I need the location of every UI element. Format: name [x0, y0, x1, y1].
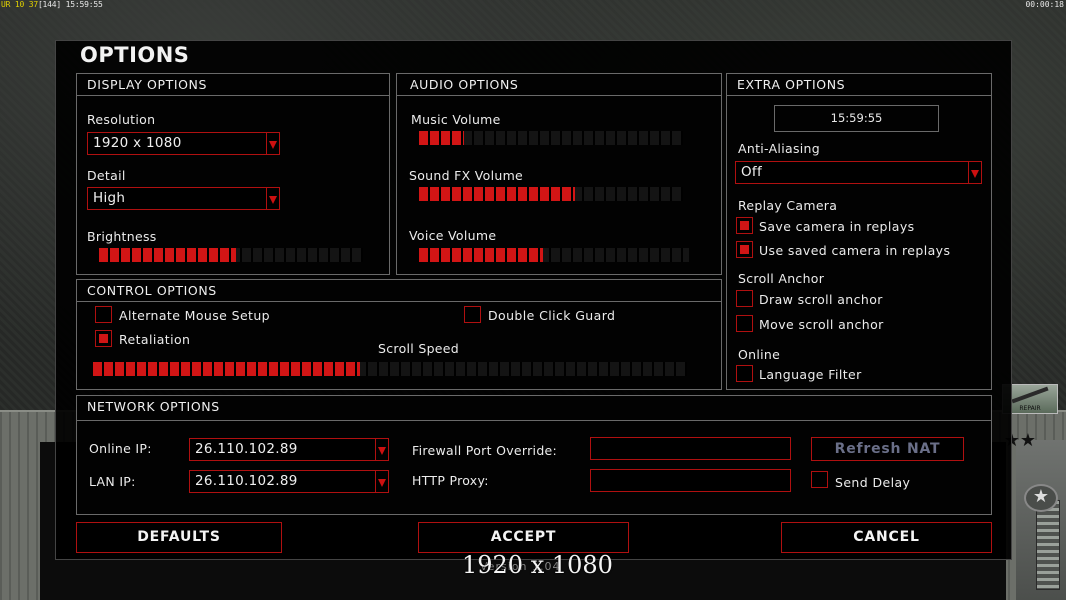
sfx-volume-slider[interactable]: [419, 187, 683, 201]
display-options-header: DISPLAY OPTIONS: [77, 74, 389, 96]
detail-dropdown[interactable]: High: [87, 187, 280, 210]
save-camera-label: Save camera in replays: [759, 219, 915, 234]
hud-bracket: [144]: [37, 0, 62, 9]
network-options-panel: NETWORK OPTIONS Online IP: 26.110.102.89…: [76, 395, 992, 515]
resolution-overlay: 1920 x 1080: [462, 551, 613, 579]
lan-ip-dropdown[interactable]: 26.110.102.89: [189, 470, 389, 493]
anti-aliasing-label: Anti-Aliasing: [738, 141, 820, 156]
http-proxy-input[interactable]: [590, 469, 791, 492]
draw-anchor-checkbox[interactable]: [736, 290, 753, 307]
control-options-header: CONTROL OPTIONS: [77, 280, 721, 302]
use-camera-label: Use saved camera in replays: [759, 243, 951, 258]
alt-mouse-label: Alternate Mouse Setup: [119, 308, 270, 323]
network-divider: [77, 420, 991, 421]
firewall-port-input[interactable]: [590, 437, 791, 460]
audio-options-header: AUDIO OPTIONS: [397, 74, 721, 96]
chevron-down-icon[interactable]: [968, 162, 981, 183]
brightness-label: Brightness: [87, 229, 157, 244]
online-ip-label: Online IP:: [89, 441, 152, 456]
language-filter-label: Language Filter: [759, 367, 862, 382]
brightness-slider-fill: [99, 248, 237, 262]
online-label: Online: [738, 347, 781, 362]
sfx-volume-fill: [419, 187, 575, 201]
anti-aliasing-dropdown[interactable]: Off: [735, 161, 982, 184]
chevron-down-icon[interactable]: [375, 439, 388, 460]
online-ip-value: 26.110.102.89: [195, 441, 298, 457]
scroll-speed-slider[interactable]: [93, 362, 687, 376]
options-dialog: OPTIONS DISPLAY OPTIONS Resolution 1920 …: [55, 40, 1012, 560]
rank-star-icon: ★: [1024, 484, 1058, 512]
sfx-volume-label: Sound FX Volume: [409, 168, 524, 183]
control-options-panel: CONTROL OPTIONS Alternate Mouse Setup Do…: [76, 279, 722, 390]
refresh-nat-button[interactable]: Refresh NAT: [811, 437, 964, 461]
move-anchor-checkbox[interactable]: [736, 315, 753, 332]
move-anchor-label: Move scroll anchor: [759, 317, 884, 332]
voice-volume-label: Voice Volume: [409, 228, 497, 243]
accept-button[interactable]: ACCEPT: [418, 522, 629, 553]
music-volume-slider[interactable]: [419, 131, 683, 145]
extra-options-header: EXTRA OPTIONS: [727, 74, 991, 96]
defaults-button[interactable]: DEFAULTS: [76, 522, 282, 553]
hud-info: UR 10 37[144] 15:59:55: [1, 0, 103, 9]
double-click-guard-checkbox[interactable]: [464, 306, 481, 323]
detail-label: Detail: [87, 168, 126, 183]
scroll-speed-label: Scroll Speed: [378, 341, 460, 356]
double-click-guard-label: Double Click Guard: [488, 308, 616, 323]
detail-value: High: [93, 190, 126, 206]
clock-display: 15:59:55: [774, 105, 939, 132]
language-filter-checkbox[interactable]: [736, 365, 753, 382]
music-volume-label: Music Volume: [411, 112, 501, 127]
firewall-port-label: Firewall Port Override:: [412, 443, 558, 458]
chevron-down-icon[interactable]: [266, 188, 279, 209]
music-volume-fill: [419, 131, 464, 145]
save-camera-checkbox[interactable]: [736, 217, 753, 234]
chevron-down-icon[interactable]: [266, 133, 279, 154]
lan-ip-value: 26.110.102.89: [195, 473, 298, 489]
retaliation-label: Retaliation: [119, 332, 191, 347]
anti-aliasing-value: Off: [741, 164, 763, 180]
cancel-button[interactable]: CANCEL: [781, 522, 992, 553]
resolution-dropdown[interactable]: 1920 x 1080: [87, 132, 280, 155]
replay-camera-label: Replay Camera: [738, 198, 838, 213]
display-options-panel: DISPLAY OPTIONS Resolution 1920 x 1080 D…: [76, 73, 390, 275]
alt-mouse-checkbox[interactable]: [95, 306, 112, 323]
power-meter: [1036, 500, 1060, 590]
scroll-anchor-label: Scroll Anchor: [738, 271, 825, 286]
lan-ip-label: LAN IP:: [89, 474, 136, 489]
hud-clock: 15:59:55: [65, 0, 103, 9]
scroll-speed-fill: [93, 362, 361, 376]
power-side-panel: [1016, 440, 1066, 600]
online-ip-dropdown[interactable]: 26.110.102.89: [189, 438, 389, 461]
voice-volume-fill: [419, 248, 544, 262]
resolution-value: 1920 x 1080: [93, 135, 182, 151]
chevron-down-icon[interactable]: [375, 471, 388, 492]
draw-anchor-label: Draw scroll anchor: [759, 292, 883, 307]
brightness-slider[interactable]: [99, 248, 363, 262]
dialog-title: OPTIONS: [80, 43, 190, 67]
retaliation-checkbox[interactable]: [95, 330, 112, 347]
audio-options-panel: AUDIO OPTIONS Music Volume Sound FX Volu…: [396, 73, 722, 275]
extra-options-panel: EXTRA OPTIONS 15:59:55 Anti-Aliasing Off…: [726, 73, 992, 390]
send-delay-label: Send Delay: [835, 475, 911, 490]
network-options-header: NETWORK OPTIONS: [87, 399, 220, 414]
http-proxy-label: HTTP Proxy:: [412, 473, 489, 488]
voice-volume-slider[interactable]: [419, 248, 689, 262]
send-delay-checkbox[interactable]: [811, 471, 828, 488]
use-camera-checkbox[interactable]: [736, 241, 753, 258]
hud-game-timer: 00:00:18: [1025, 0, 1064, 9]
resolution-label: Resolution: [87, 112, 156, 127]
hud-prefix: UR 10 37: [1, 0, 38, 9]
